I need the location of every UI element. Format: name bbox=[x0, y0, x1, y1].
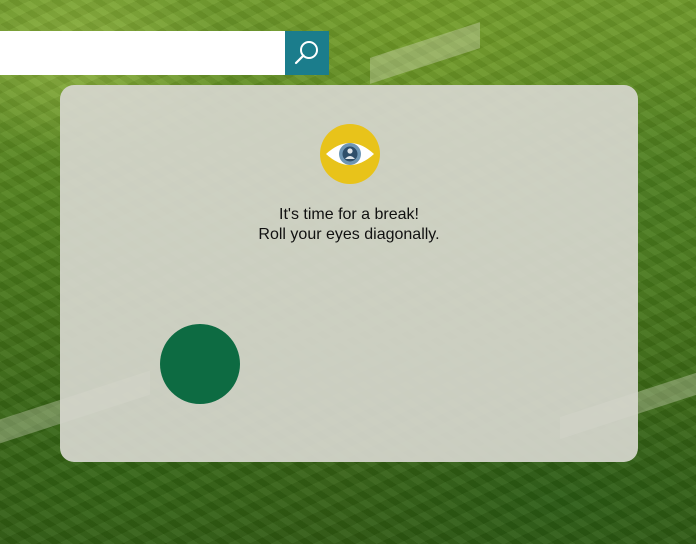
eye-badge bbox=[320, 124, 380, 184]
break-instruction: Roll your eyes diagonally. bbox=[258, 226, 440, 243]
break-message: It's time for a break! Roll your eyes di… bbox=[60, 205, 638, 245]
break-title: It's time for a break! bbox=[279, 206, 419, 223]
eye-target-dot bbox=[160, 324, 240, 404]
break-reminder-panel: It's time for a break! Roll your eyes di… bbox=[60, 85, 638, 462]
search-button[interactable] bbox=[285, 31, 329, 75]
search-icon bbox=[294, 41, 318, 65]
eye-icon bbox=[326, 143, 374, 165]
search-input[interactable] bbox=[0, 31, 285, 75]
